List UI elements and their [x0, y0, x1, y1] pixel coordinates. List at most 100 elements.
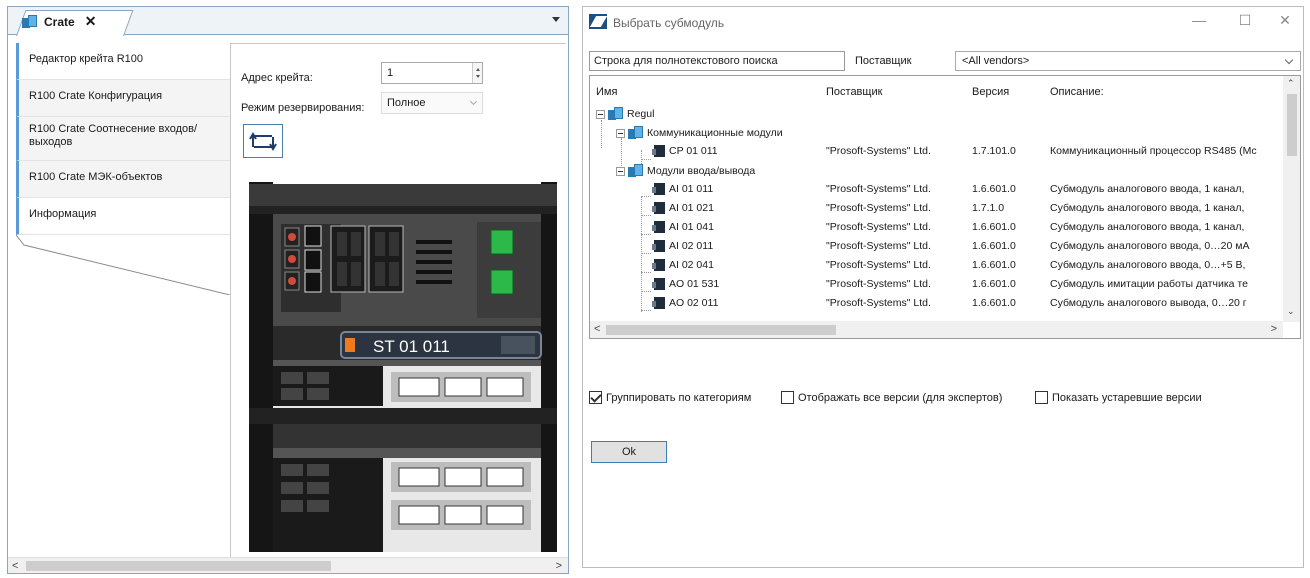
redundancy-mode-label: Режим резервирования:	[241, 102, 365, 114]
search-value: Строка для полнотекстового поиска	[594, 55, 778, 67]
tab-crate-label: Crate	[44, 14, 75, 29]
crate-icon	[628, 164, 644, 178]
submodule-name: AO 02 011	[669, 297, 719, 309]
vendor-label: Поставщик	[855, 55, 912, 67]
collapse-icon[interactable]	[616, 128, 625, 138]
submodule-version: 1.6.601.0	[972, 183, 1016, 195]
submodule-vendor: "Prosoft-Systems" Ltd.	[826, 221, 931, 233]
scrollbar-thumb[interactable]	[1287, 94, 1297, 156]
collapse-icon[interactable]	[616, 166, 625, 176]
swap-arrows-icon	[249, 132, 277, 151]
tree-row[interactable]: AI 01 011 "Prosoft-Systems" Ltd. 1.6.601…	[590, 180, 1280, 199]
minimize-icon[interactable]: —	[1179, 12, 1219, 34]
submodule-version: 1.7.1.0	[972, 202, 1005, 214]
tree-row[interactable]: AO 02 011 "Prosoft-Systems" Ltd. 1.6.601…	[590, 294, 1280, 313]
checkbox-icon[interactable]	[1035, 391, 1048, 404]
submodule-icon	[652, 259, 666, 271]
nav-io-mapping[interactable]: R100 Crate Соотнесение входов/выходов	[16, 117, 230, 161]
vendor-select[interactable]: <All vendors>	[955, 51, 1301, 71]
submodule-name: AI 01 021	[669, 202, 714, 214]
column-header-vendor[interactable]: Поставщик	[826, 86, 882, 98]
show-outdated-versions-checkbox[interactable]: Показать устаревшие версии	[1035, 391, 1202, 404]
column-header-version[interactable]: Версия	[972, 86, 1009, 98]
scroll-right-icon[interactable]: >	[1271, 323, 1277, 335]
module-st-label: ST 01 011	[373, 337, 450, 356]
submodule-vendor: "Prosoft-Systems" Ltd.	[826, 297, 931, 309]
submodule-name: AI 01 011	[669, 183, 714, 195]
checkbox-label: Показать устаревшие версии	[1052, 391, 1202, 404]
scroll-down-icon[interactable]: ⌄	[1287, 306, 1295, 317]
address-spinner[interactable]	[472, 63, 482, 83]
nav-crate-editor[interactable]: Редактор крейта R100	[16, 43, 230, 80]
chevron-down-icon	[1284, 55, 1294, 65]
submodule-icon	[652, 145, 666, 157]
editor-horizontal-scrollbar[interactable]: < >	[8, 557, 568, 573]
scroll-right-icon[interactable]: >	[556, 560, 562, 572]
crate-address-input[interactable]: 1	[381, 62, 483, 84]
column-header-description[interactable]: Описание:	[1050, 86, 1104, 98]
nav-iec-objects[interactable]: R100 Crate МЭК-объектов	[16, 161, 230, 198]
submodule-vendor: "Prosoft-Systems" Ltd.	[826, 240, 931, 252]
fulltext-search-input[interactable]: Строка для полнотекстового поиска	[589, 51, 845, 71]
collapse-icon[interactable]	[596, 109, 605, 119]
dialog-titlebar: Выбрать субмодуль — ☐ ✕	[583, 7, 1303, 37]
submodule-name: AO 01 531	[669, 278, 720, 290]
scrollbar-thumb[interactable]	[26, 561, 331, 571]
redundancy-mode-value: Полное	[387, 97, 426, 109]
crate-editor-panel: Crate ✕ Редактор крейта R100 R100 Crate …	[7, 6, 569, 574]
nav-bottom-border	[16, 235, 230, 295]
submodule-name: AI 02 011	[669, 240, 714, 252]
nav-crate-configuration[interactable]: R100 Crate Конфигурация	[16, 80, 230, 117]
tab-list-dropdown-icon[interactable]	[552, 17, 560, 22]
group-by-category-checkbox[interactable]: Группировать по категориям	[589, 391, 751, 404]
tree-group-label: Модули ввода/вывода	[647, 165, 756, 177]
submodule-tree: Имя Поставщик Версия Описание: Regul Ком…	[589, 75, 1301, 339]
close-icon[interactable]: ✕	[85, 13, 97, 30]
scroll-left-icon[interactable]: <	[12, 560, 18, 572]
checkbox-label: Отображать все версии (для экспертов)	[798, 391, 1003, 404]
crate-rack-image: ST 01 011	[241, 182, 557, 552]
redundancy-mode-select[interactable]: Полное	[381, 92, 483, 114]
tree-row[interactable]: CP 01 011 "Prosoft-Systems" Ltd. 1.7.101…	[590, 142, 1280, 161]
submodule-icon	[652, 278, 666, 290]
tree-row[interactable]: AI 01 041 "Prosoft-Systems" Ltd. 1.6.601…	[590, 218, 1280, 237]
tree-horizontal-scrollbar[interactable]: < >	[590, 321, 1283, 338]
ok-button[interactable]: Ok	[591, 441, 667, 463]
crate-icon	[608, 107, 624, 121]
tree-vertical-scrollbar[interactable]: ⌃ ⌄	[1283, 76, 1300, 322]
nav-information[interactable]: Информация	[16, 198, 230, 235]
tree-row-group[interactable]: Коммуникационные модули	[590, 123, 1280, 142]
crate-address-value: 1	[387, 67, 394, 79]
tree-row[interactable]: AO 01 531 "Prosoft-Systems" Ltd. 1.6.601…	[590, 275, 1280, 294]
tree-row[interactable]: AI 02 041 "Prosoft-Systems" Ltd. 1.6.601…	[590, 256, 1280, 275]
submodule-icon	[652, 202, 666, 214]
submodule-description: Субмодуль аналогового ввода, 1 канал,	[1050, 221, 1245, 233]
scroll-up-icon[interactable]: ⌃	[1287, 78, 1295, 89]
crate-icon	[22, 14, 38, 29]
maximize-icon[interactable]: ☐	[1225, 12, 1265, 34]
swap-module-button[interactable]	[243, 124, 283, 158]
editor-side-nav: Редактор крейта R100 R100 Crate Конфигур…	[16, 43, 230, 235]
scroll-left-icon[interactable]: <	[594, 323, 600, 335]
nav-label: R100 Crate Соотнесение входов/выходов	[29, 123, 198, 148]
submodule-description: Субмодуль аналогового ввода, 1 канал,	[1050, 183, 1245, 195]
close-icon[interactable]: ✕	[1265, 12, 1305, 34]
chevron-down-icon	[469, 97, 478, 106]
tab-crate-content[interactable]: Crate ✕	[22, 13, 96, 30]
scrollbar-thumb[interactable]	[606, 325, 836, 335]
column-header-name[interactable]: Имя	[596, 86, 617, 98]
submodule-version: 1.6.601.0	[972, 240, 1016, 252]
submodule-name: CP 01 011	[669, 145, 718, 157]
tree-row[interactable]: AI 02 011 "Prosoft-Systems" Ltd. 1.6.601…	[590, 237, 1280, 256]
nav-label: Редактор крейта R100	[29, 53, 143, 65]
show-all-versions-checkbox[interactable]: Отображать все версии (для экспертов)	[781, 391, 1002, 404]
tree-row[interactable]: AI 01 021 "Prosoft-Systems" Ltd. 1.7.1.0…	[590, 199, 1280, 218]
checkbox-checked-icon[interactable]	[589, 391, 602, 404]
tree-row-root[interactable]: Regul	[590, 104, 1280, 123]
submodule-icon	[652, 221, 666, 233]
rack-illustration: ST 01 011	[241, 182, 557, 552]
dialog-title: Выбрать субмодуль	[613, 16, 725, 30]
submodule-icon	[652, 240, 666, 252]
tree-row-group[interactable]: Модули ввода/вывода	[590, 161, 1280, 180]
checkbox-icon[interactable]	[781, 391, 794, 404]
